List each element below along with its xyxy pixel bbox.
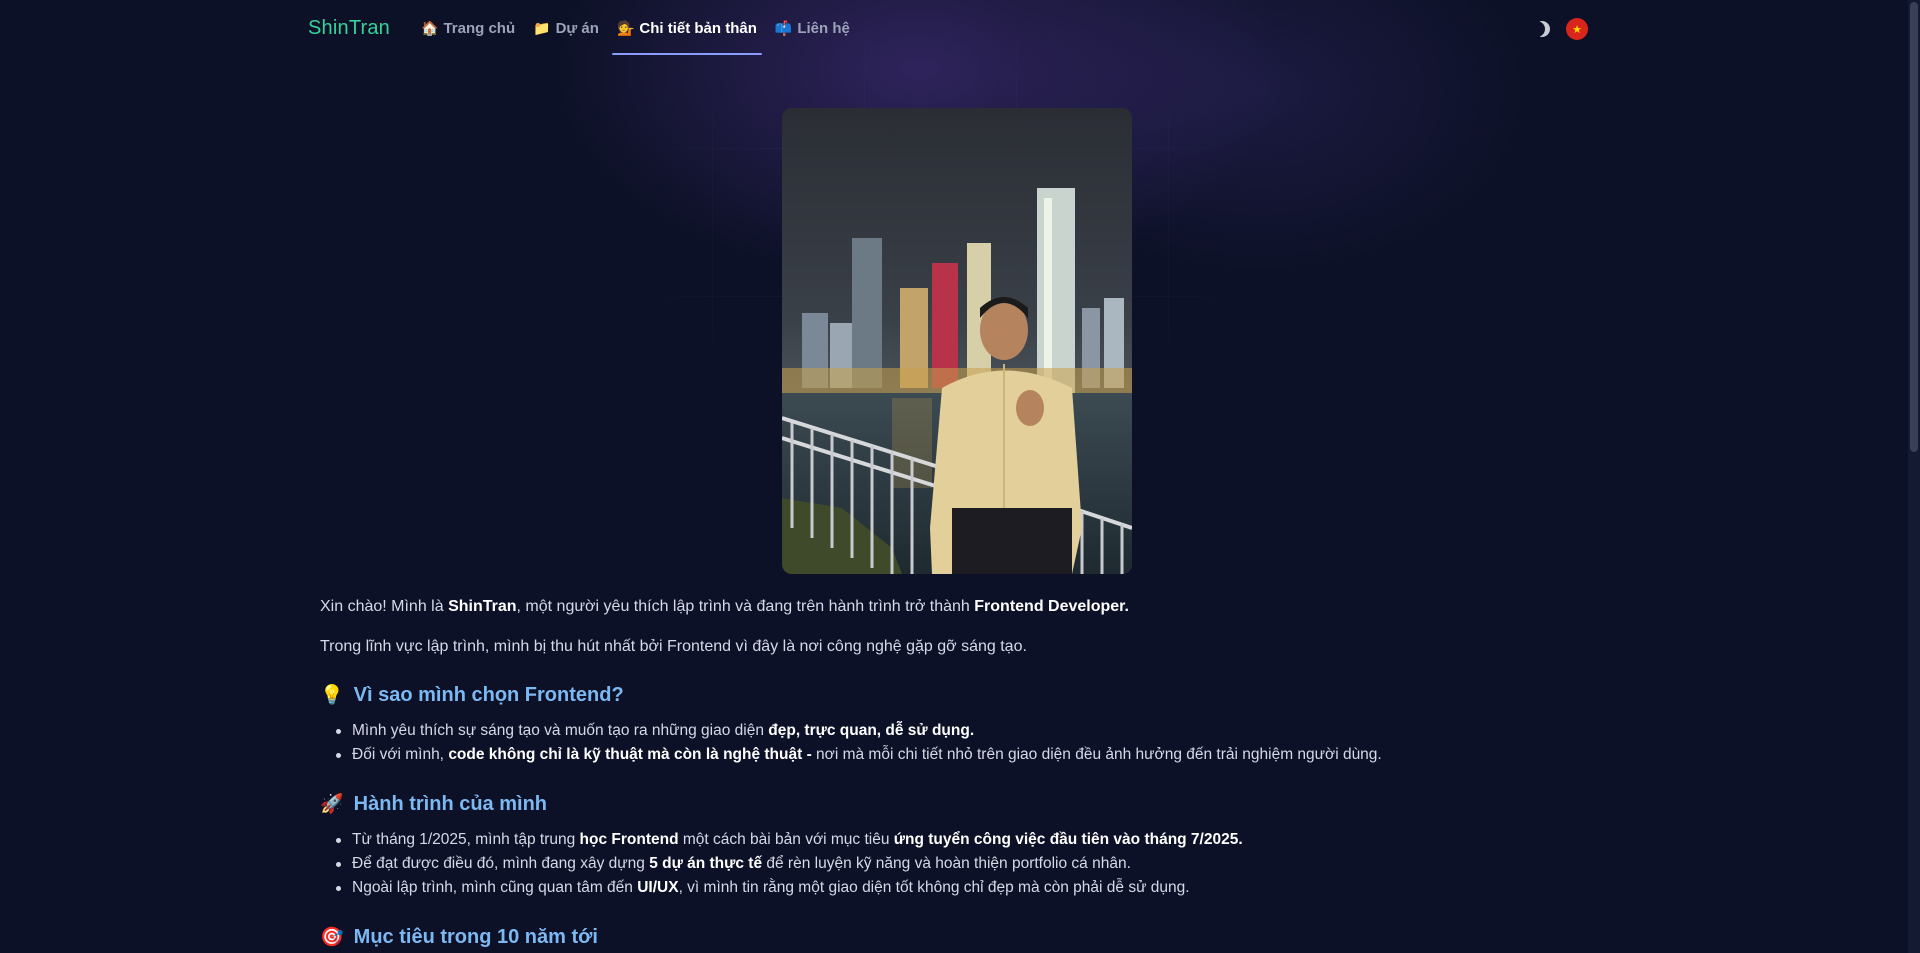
section-title: Vì sao mình chọn Frontend? xyxy=(353,683,624,706)
moon-icon[interactable] xyxy=(1534,21,1550,37)
nav-link-label: Dự án xyxy=(555,19,599,37)
intro-paragraph-1: Xin chào! Mình là ShinTran, một người yê… xyxy=(320,596,1460,618)
section-title: Mục tiêu trong 10 năm tới xyxy=(353,925,598,948)
list-item: Đối với mình, code không chỉ là kỹ thuật… xyxy=(332,743,1460,767)
nav-actions: ★ xyxy=(1534,18,1588,40)
role-highlight: Frontend Developer. xyxy=(974,598,1129,615)
text-bold: 5 dự án thực tế xyxy=(649,855,763,872)
about-content: Xin chào! Mình là ShinTran, một người yê… xyxy=(320,596,1460,949)
profile-photo xyxy=(782,108,1132,574)
navbar: ShinTran 🏠 Trang chủ 📁 Dự án 💁 Chi tiết … xyxy=(0,0,1908,56)
section-heading-why-frontend: 💡 Vì sao mình chọn Frontend? xyxy=(320,683,1460,707)
vietnam-flag-icon[interactable]: ★ xyxy=(1566,18,1588,40)
nav-link-projects[interactable]: 📁 Dự án xyxy=(524,0,608,56)
text-bold: code không chỉ là kỹ thuật mà còn là ngh… xyxy=(448,746,812,763)
site-logo[interactable]: ShinTran xyxy=(308,17,390,40)
text-run: Để đạt được điều đó, mình đang xây dựng xyxy=(352,855,650,872)
house-icon: 🏠 xyxy=(421,19,439,36)
list-item: Để đạt được điều đó, mình đang xây dựng … xyxy=(332,852,1460,876)
why-frontend-list: Mình yêu thích sự sáng tạo và muốn tạo r… xyxy=(320,719,1460,767)
nav-link-label: Trang chủ xyxy=(443,19,516,37)
text-bold: đẹp, trực quan, dễ sử dụng. xyxy=(768,722,975,739)
text-run: Đối với mình, xyxy=(352,746,449,763)
text-bold: ứng tuyển công việc đầu tiên vào tháng 7… xyxy=(893,831,1243,848)
page-scrollbar[interactable] xyxy=(1908,0,1920,953)
section-heading-journey: 🚀 Hành trình của mình xyxy=(320,792,1460,816)
nav-link-label: Liên hệ xyxy=(797,19,850,37)
text-run: Xin chào! Mình là xyxy=(320,598,449,615)
scrollbar-thumb[interactable] xyxy=(1910,2,1918,452)
text-run: Ngoài lập trình, mình cũng quan tâm đến xyxy=(352,879,638,896)
text-run: nơi mà mỗi chi tiết nhỏ trên giao diện đ… xyxy=(811,746,1382,763)
intro-paragraph-2: Trong lĩnh vực lập trình, mình bị thu hú… xyxy=(320,638,1027,655)
nav-links: 🏠 Trang chủ 📁 Dự án 💁 Chi tiết bản thân … xyxy=(412,0,859,56)
text-run: Từ tháng 1/2025, mình tập trung xyxy=(352,831,580,848)
target-icon: 🎯 xyxy=(320,927,344,948)
text-run: để rèn luyện kỹ năng và hoàn thiện portf… xyxy=(762,855,1131,872)
nav-link-home[interactable]: 🏠 Trang chủ xyxy=(412,0,524,56)
section-heading-ten-year-goals: 🎯 Mục tiêu trong 10 năm tới xyxy=(320,925,1460,949)
lightbulb-icon: 💡 xyxy=(320,685,344,706)
text-bold: học Frontend xyxy=(579,831,679,848)
journey-list: Từ tháng 1/2025, mình tập trung học Fron… xyxy=(320,828,1460,900)
rocket-icon: 🚀 xyxy=(320,794,344,815)
folder-icon: 📁 xyxy=(533,19,551,36)
list-item: Mình yêu thích sự sáng tạo và muốn tạo r… xyxy=(332,719,1460,743)
text-run: Mình yêu thích sự sáng tạo và muốn tạo r… xyxy=(352,722,769,739)
section-title: Hành trình của mình xyxy=(353,792,548,815)
nav-link-label: Chi tiết bản thân xyxy=(639,19,757,37)
nav-link-about[interactable]: 💁 Chi tiết bản thân xyxy=(608,0,766,56)
nav-link-contact[interactable]: 📫 Liên hệ xyxy=(766,0,859,56)
text-bold: UI/UX xyxy=(637,879,679,896)
text-run: một cách bài bản với mục tiêu xyxy=(678,831,894,848)
text-run: , vì mình tin rằng một giao diện tốt khô… xyxy=(678,879,1190,896)
mailbox-icon: 📫 xyxy=(774,19,793,36)
person-tipping-hand-icon: 💁 xyxy=(616,19,635,36)
name-highlight: ShinTran xyxy=(448,598,517,615)
text-run: , một người yêu thích lập trình và đang … xyxy=(516,598,975,615)
list-item: Ngoài lập trình, mình cũng quan tâm đến … xyxy=(332,876,1460,900)
list-item: Từ tháng 1/2025, mình tập trung học Fron… xyxy=(332,828,1460,852)
